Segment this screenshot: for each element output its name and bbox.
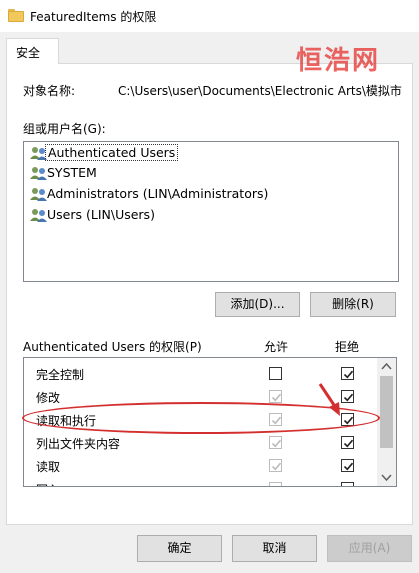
user-item-label: Authenticated Users	[45, 144, 179, 161]
scroll-up-arrow-icon[interactable]	[377, 358, 396, 375]
user-item-administrators[interactable]: Administrators (LIN\Administrators)	[28, 184, 394, 204]
permissions-label: Authenticated Users 的权限(P)	[23, 340, 202, 354]
user-item-label: SYSTEM	[47, 165, 97, 180]
deny-checkbox[interactable]	[341, 390, 354, 403]
tab-security[interactable]: 安全	[6, 38, 59, 64]
deny-checkbox[interactable]	[341, 413, 354, 426]
permission-row: 写入	[24, 477, 379, 486]
cancel-button[interactable]: 取消	[232, 535, 317, 562]
permission-row: 修改	[24, 385, 379, 408]
user-item-users[interactable]: Users (LIN\Users)	[28, 205, 394, 225]
allow-checkbox[interactable]	[269, 390, 282, 403]
deny-checkbox[interactable]	[341, 436, 354, 449]
remove-button[interactable]: 删除(R)	[310, 292, 396, 317]
ok-button[interactable]: 确定	[137, 535, 222, 562]
window-title: FeaturedItems 的权限	[30, 10, 157, 24]
user-item-system[interactable]: SYSTEM	[28, 163, 394, 183]
permission-name: 修改	[36, 391, 61, 405]
permission-row: 读取和执行	[24, 408, 379, 431]
allow-checkbox[interactable]	[269, 482, 282, 486]
permission-name: 写入	[36, 481, 60, 486]
group-user-label: 组或用户名(G):	[23, 122, 106, 136]
deny-checkbox[interactable]	[341, 482, 354, 486]
permission-row: 完全控制	[24, 362, 379, 385]
deny-column-header: 拒绝	[335, 340, 360, 354]
permissions-scrollbar[interactable]	[377, 358, 396, 486]
users-icon	[30, 209, 47, 222]
permission-name: 完全控制	[36, 368, 85, 382]
add-button[interactable]: 添加(D)...	[215, 292, 300, 317]
object-name-label: 对象名称:	[23, 84, 76, 98]
allow-checkbox[interactable]	[269, 459, 282, 472]
user-item-label: Users (LIN\Users)	[47, 207, 155, 222]
folder-icon	[8, 8, 24, 22]
permission-name: 读取	[36, 460, 61, 474]
users-icon	[30, 188, 47, 201]
user-listbox[interactable]: Authenticated Users SYSTEM Administrator…	[23, 141, 399, 282]
watermark: 恒浩网	[296, 46, 381, 76]
permission-name: 读取和执行	[36, 414, 97, 428]
permissions-list[interactable]: 完全控制修改读取和执行列出文件夹内容读取写入	[23, 357, 397, 487]
allow-checkbox[interactable]	[269, 436, 282, 449]
permission-name: 列出文件夹内容	[36, 437, 121, 451]
allow-checkbox[interactable]	[269, 367, 282, 380]
deny-checkbox[interactable]	[341, 367, 354, 380]
deny-checkbox[interactable]	[341, 459, 354, 472]
allow-column-header: 允许	[264, 340, 289, 354]
scroll-thumb[interactable]	[380, 376, 393, 448]
users-icon	[30, 167, 47, 180]
permission-row: 读取	[24, 454, 379, 477]
user-item-authenticated-users[interactable]: Authenticated Users	[28, 143, 394, 163]
user-item-label: Administrators (LIN\Administrators)	[47, 186, 269, 201]
apply-button[interactable]: 应用(A)	[327, 535, 412, 562]
allow-checkbox[interactable]	[269, 413, 282, 426]
tab-security-label: 安全	[16, 46, 41, 60]
object-path: C:\Users\user\Documents\Electronic Arts\…	[118, 84, 402, 98]
permission-row: 列出文件夹内容	[24, 431, 379, 454]
scroll-down-arrow-icon[interactable]	[377, 469, 396, 486]
